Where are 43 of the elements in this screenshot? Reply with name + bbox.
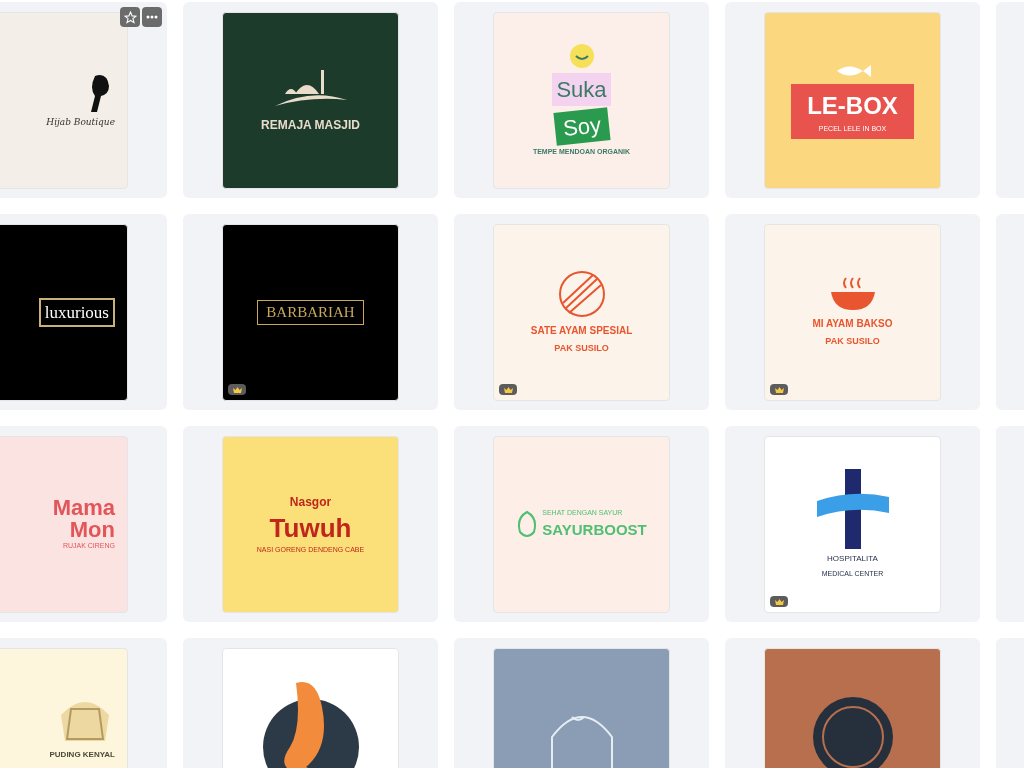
template-card[interactable]: MI AYAM BAKSO PAK SUSILO [725, 214, 980, 410]
template-thumbnail[interactable]: Hijab Boutique [0, 12, 128, 189]
crown-icon [503, 386, 513, 393]
logo-text: LE-BOX [807, 91, 898, 122]
crown-icon [774, 386, 784, 393]
logo-text: MI AYAM BAKSO [812, 317, 893, 332]
logo-text: HOSPITALITA [827, 553, 878, 566]
logo-text: Nasgor [289, 494, 332, 512]
template-card[interactable]: BARBARIAH [183, 214, 438, 410]
template-card[interactable]: REMAJA MASJID [183, 2, 438, 198]
leaf-icon [516, 509, 539, 540]
logo-text: Tuwuh [269, 515, 352, 542]
crown-icon [774, 598, 784, 605]
logo-text: PUDING KENYAL [49, 749, 115, 761]
template-thumbnail[interactable]: MI AYAM BAKSO PAK SUSILO [764, 224, 941, 401]
logo-text: SAYURBOOST [542, 519, 647, 540]
logo-text: Mon [69, 519, 115, 542]
logo-text: Soy [552, 107, 611, 146]
template-thumbnail[interactable]: REMAJA MASJID [222, 12, 399, 189]
logo-text: REMAJA MASJID [261, 116, 360, 134]
template-card[interactable]: Hijab Boutique [0, 2, 167, 198]
smiley-icon [568, 43, 595, 70]
medical-cross-icon [816, 469, 889, 550]
logo-text: PAK SUSILO [825, 335, 880, 349]
template-thumbnail[interactable]: SATE AYAM SPESIAL PAK SUSILO [493, 224, 670, 401]
logo-text: Mama [52, 497, 115, 520]
logo-text: luxurious [38, 297, 115, 328]
logo-text: Hijab Boutique [46, 115, 115, 129]
logo-text: BARBARIAH [257, 300, 364, 325]
template-thumbnail[interactable]: luxurious [0, 224, 128, 401]
template-card[interactable]: luxurious [0, 214, 167, 410]
template-thumbnail[interactable]: PUDING KENYAL [0, 648, 128, 768]
logo-text: Suka [552, 73, 611, 107]
template-card[interactable]: SATE AYAM SPESIAL PAK SUSILO [454, 214, 709, 410]
crown-icon [232, 386, 242, 393]
logo-text: SATE AYAM SPESIAL [530, 324, 633, 339]
star-icon [123, 10, 137, 24]
favorite-button[interactable] [120, 7, 140, 27]
template-card[interactable]: PUDING KENYAL [0, 638, 167, 768]
more-options-button[interactable] [142, 7, 162, 27]
more-icon [146, 15, 158, 19]
logo-text: PAK SUSILO [554, 342, 609, 356]
template-thumbnail[interactable]: BARBARIAH [222, 224, 399, 401]
